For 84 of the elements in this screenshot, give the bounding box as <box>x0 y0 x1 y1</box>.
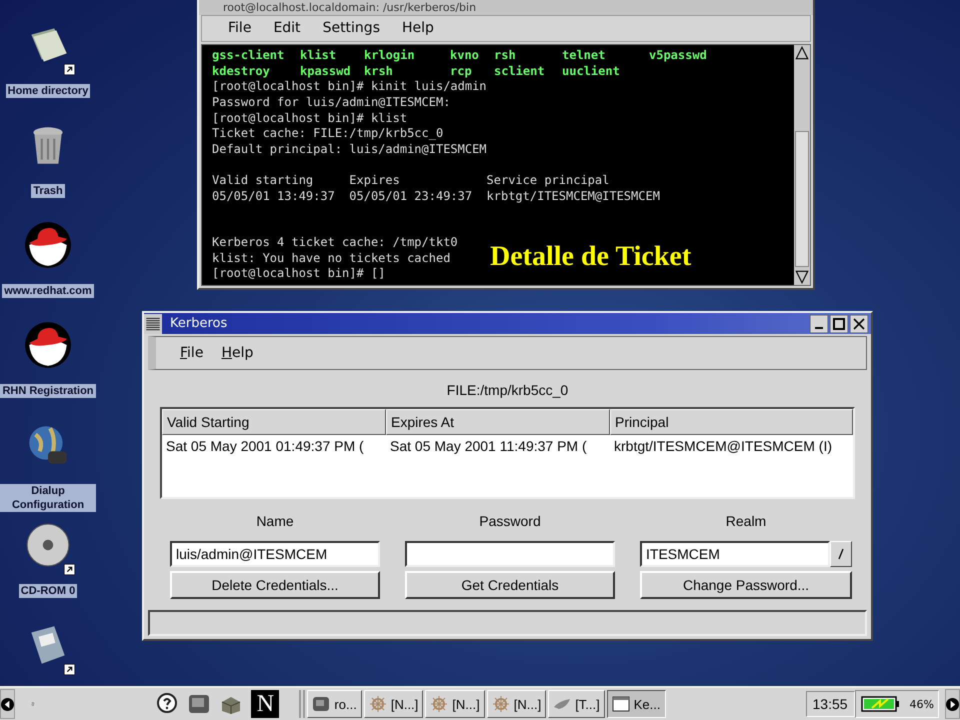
window-title: root@localhost.localdomain: /usr/kerberos/bin <box>223 1 476 14</box>
monitor-icon[interactable] <box>187 692 212 716</box>
menu-item[interactable]: Help <box>402 20 434 36</box>
desktop-icon-label[interactable]: Trash <box>31 184 65 198</box>
hat-icon[interactable] <box>23 320 73 370</box>
terminal-listing-entry: rcp <box>450 64 473 80</box>
clock[interactable]: 13:55 <box>806 691 855 717</box>
browser-launcher[interactable]: N <box>251 690 280 718</box>
terminal-listing-entry: gss-client <box>212 48 286 64</box>
terminal-listing-entry: telnet <box>562 48 606 64</box>
action-button[interactable]: Delete Credentials... <box>170 571 380 599</box>
terminal-line: Default principal: luis/admin@ITESMCEM <box>212 142 487 158</box>
wheel-icon <box>368 695 387 713</box>
terminal-listing-entry: krsh <box>364 64 394 80</box>
menu-item[interactable]: Edit <box>273 20 301 36</box>
scroll-right-button[interactable] <box>945 689 960 719</box>
terminal-line: Ticket cache: FILE:/tmp/krb5cc_0 <box>212 126 444 142</box>
terminal-listing-entry: kpasswd <box>300 64 352 80</box>
menu-item[interactable]: Help <box>221 345 254 361</box>
close-icon[interactable] <box>850 314 868 332</box>
realm-field[interactable]: ITESMCEM <box>640 541 830 567</box>
desktop-icon-label[interactable]: RHN Registration <box>0 384 96 398</box>
task-button[interactable]: [T...] <box>548 690 605 718</box>
action-button[interactable]: Change Password... <box>640 571 852 599</box>
terminal-line: 05/05/01 13:49:37 05/05/01 23:49:37 krbtgt/ITESMCEM@ITESMCEM <box>212 188 660 204</box>
terminal-listing-entry: klist <box>300 48 338 64</box>
task-button[interactable]: [N...] <box>486 690 546 718</box>
maximize-icon[interactable] <box>830 314 848 332</box>
column-header[interactable]: Principal <box>610 409 853 435</box>
terminal-listing-entry: rsh <box>494 48 517 64</box>
help-icon[interactable] <box>155 692 180 716</box>
scroll-down-icon[interactable] <box>794 269 810 285</box>
field-label: Name <box>256 513 294 531</box>
terminal-listing-entry: kvno <box>450 48 480 64</box>
desktop-icon-label[interactable]: Home directory <box>6 84 90 98</box>
column-header[interactable]: Expires At <box>386 409 610 435</box>
terminal-listing-entry: krlogin <box>364 48 416 64</box>
name-field[interactable]: luis/admin@ITESMCEM <box>170 541 380 567</box>
monitor-icon <box>312 695 330 713</box>
terminal-listing-entry: sclient <box>494 64 546 80</box>
desktop-icon-label[interactable]: CD-ROM 0 <box>18 584 78 598</box>
dropdown-button[interactable] <box>830 541 852 567</box>
terminal-line: Valid starting Expires Service principal <box>212 173 610 189</box>
column-header[interactable]: Valid Starting <box>162 409 386 435</box>
menu-item[interactable]: File <box>180 345 204 361</box>
window-title: Kerberos <box>170 316 228 331</box>
window-icon <box>612 695 630 713</box>
terminal-listing-entry: kdestroy <box>212 64 271 80</box>
cache-label: FILE:/tmp/krb5cc_0 <box>446 382 570 398</box>
scroll-left-button[interactable] <box>0 689 15 719</box>
battery-icon <box>860 695 900 713</box>
terminal-line: klist: You have no tickets cached <box>212 250 450 266</box>
wheel-icon <box>492 695 510 713</box>
wheel-icon <box>430 695 448 713</box>
window-menu-icon[interactable] <box>144 314 162 334</box>
password-field[interactable] <box>405 541 615 567</box>
menu-item[interactable]: File <box>228 20 252 36</box>
field-label: Realm <box>726 513 766 531</box>
desktop-icon-label[interactable]: www.redhat.com <box>2 284 94 298</box>
table-cell-text: Sat 05 May 2001 11:49:37 PM ( <box>389 437 588 456</box>
terminal-line: Kerberos 4 ticket cache: /tmp/tkt0 <box>212 235 458 251</box>
task-button[interactable]: ro... <box>307 690 362 718</box>
task-button[interactable]: [N...] <box>364 690 424 718</box>
menu-item[interactable]: Settings <box>322 20 380 36</box>
terminal-listing-entry: uuclient <box>562 64 621 80</box>
minimize-icon[interactable] <box>810 314 828 332</box>
table-cell-text: krbtgt/ITESMCEM@ITESMCEM (I) <box>613 437 833 456</box>
table-cell-text: Sat 05 May 2001 01:49:37 PM ( <box>165 437 365 456</box>
terminal-line: Password for luis/admin@ITESMCEM: <box>212 95 450 111</box>
task-button[interactable]: Ke... <box>606 690 666 718</box>
terminal-line: [root@localhost bin]# kinit luis/admin <box>212 79 487 96</box>
terminal-listing-entry: v5passwd <box>649 48 708 64</box>
battery-reading: 46% <box>910 698 934 710</box>
terminal-line: [root@localhost bin]# [] <box>212 266 386 282</box>
overlay-caption: Detalle de Ticket <box>490 241 692 273</box>
scrollbar[interactable] <box>794 45 810 285</box>
field-label: Password <box>479 513 541 531</box>
hat-icon[interactable] <box>23 220 73 270</box>
terminal-line: [root@localhost bin]# klist <box>212 110 408 126</box>
action-button[interactable]: Get Credentials <box>405 571 615 599</box>
desktop-icon-label[interactable]: Dialup Configuration <box>0 484 96 512</box>
task-button[interactable]: [N...] <box>425 690 485 718</box>
scroll-up-icon[interactable] <box>794 45 810 62</box>
slash-icon <box>836 547 846 561</box>
